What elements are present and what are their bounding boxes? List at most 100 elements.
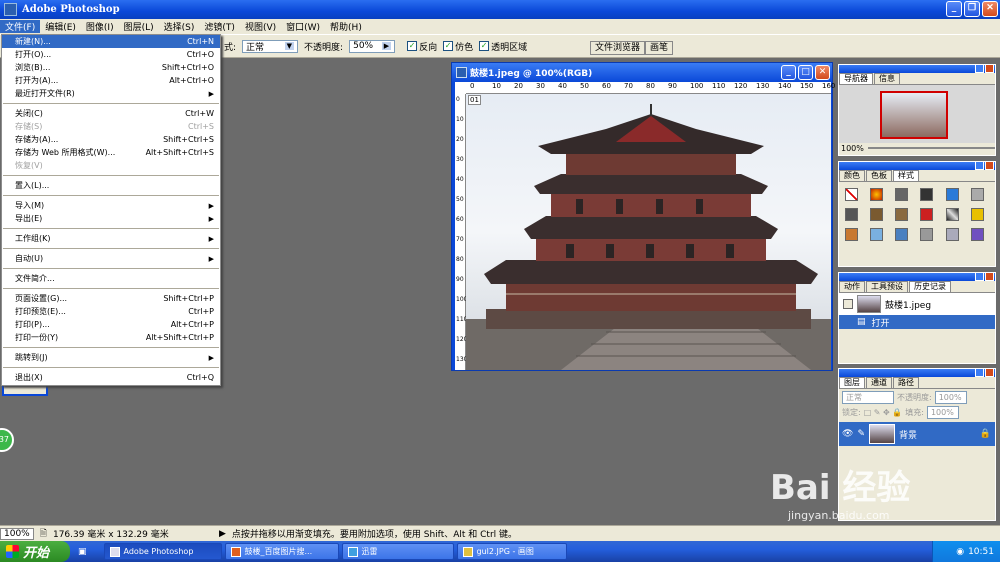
menu-filter[interactable]: 滤镜(T) (199, 20, 240, 33)
file-menu-item[interactable]: 导出(E) ▶ (2, 212, 220, 225)
file-menu-item[interactable]: 新建(N)... Ctrl+N (2, 35, 220, 48)
taskbar-xunlei[interactable]: 迅雷 (341, 543, 454, 560)
tab-navigator[interactable]: 导航器 (839, 73, 873, 84)
style-swatch[interactable] (870, 228, 884, 241)
tab-history[interactable]: 历史记录 (909, 281, 951, 292)
style-swatch[interactable] (895, 188, 909, 201)
style-swatch[interactable] (845, 188, 858, 201)
status-arrow-icon[interactable]: ▶ (219, 529, 226, 539)
style-swatch[interactable] (970, 188, 984, 201)
style-swatch[interactable] (920, 208, 934, 221)
history-state-row[interactable]: ▤ 打开 (839, 315, 995, 329)
layers-panel-bar[interactable] (839, 368, 995, 377)
doc-minimize-button[interactable]: _ (781, 65, 796, 80)
tab-swatches[interactable]: 色板 (866, 170, 892, 181)
menu-file[interactable]: 文件(F) (0, 20, 41, 33)
panel-minimize-icon[interactable] (975, 368, 984, 377)
tab-paths[interactable]: 路径 (893, 377, 919, 388)
file-menu-item[interactable]: 恢复(V) (2, 159, 220, 172)
brush-link-icon[interactable]: ✎ (857, 429, 865, 439)
blend-mode-select[interactable]: 正常 (842, 390, 894, 404)
file-menu-item[interactable]: 导入(M) ▶ (2, 199, 220, 212)
file-menu-item[interactable]: 自动(U) ▶ (2, 252, 220, 265)
navigator-panel-bar[interactable] (839, 64, 995, 73)
panel-minimize-icon[interactable] (975, 64, 984, 73)
reverse-checkbox[interactable]: ✓ 反向 (407, 40, 437, 53)
document-canvas[interactable]: 01 (466, 94, 831, 370)
file-menu-item[interactable]: 浏览(B)... Shift+Ctrl+O (2, 61, 220, 74)
lock-icons[interactable]: □ ✎ ✥ 🔒 (864, 408, 903, 417)
status-zoom[interactable]: 100% (0, 527, 34, 540)
tab-tool-presets[interactable]: 工具预设 (866, 281, 908, 292)
tab-layers[interactable]: 图层 (839, 377, 865, 388)
floating-badge[interactable]: 37 (0, 428, 14, 452)
file-menu-item[interactable]: 退出(X) Ctrl+Q (2, 371, 220, 384)
navigator-viewbox[interactable] (880, 91, 948, 139)
layer-row-background[interactable]: 👁 ✎ 背景 🔒 (839, 422, 995, 446)
menu-view[interactable]: 视图(V) (240, 20, 281, 33)
history-panel-bar[interactable] (839, 272, 995, 281)
file-menu-item[interactable]: 关闭(C) Ctrl+W (2, 107, 220, 120)
tab-channels[interactable]: 通道 (866, 377, 892, 388)
panel-minimize-icon[interactable] (975, 161, 984, 170)
taskbar-photoshop[interactable]: Adobe Photoshop (103, 543, 222, 560)
tab-actions[interactable]: 动作 (839, 281, 865, 292)
menu-window[interactable]: 窗口(W) (281, 20, 325, 33)
panel-close-icon[interactable] (985, 64, 994, 73)
file-menu-item[interactable]: 打印(P)... Alt+Ctrl+P (2, 318, 220, 331)
menu-select[interactable]: 选择(S) (159, 20, 200, 33)
fill-field[interactable]: 100% (926, 405, 959, 419)
panel-close-icon[interactable] (985, 368, 994, 377)
style-swatch[interactable] (970, 228, 984, 241)
layer-opacity-field[interactable]: 100% (934, 390, 967, 404)
style-swatch[interactable] (920, 228, 934, 241)
style-swatch[interactable] (845, 208, 858, 221)
eye-icon[interactable]: 👁 (842, 429, 853, 439)
file-menu-item[interactable]: 工作组(K) ▶ (2, 232, 220, 245)
start-button[interactable]: 开始 (0, 541, 70, 562)
tab-brushes[interactable]: 画笔 (645, 41, 674, 55)
menu-layer[interactable]: 图层(L) (119, 20, 159, 33)
styles-panel-bar[interactable] (839, 161, 995, 170)
file-menu-item[interactable]: 页面设置(G)... Shift+Ctrl+P (2, 292, 220, 305)
style-swatch[interactable] (920, 188, 934, 201)
file-menu-item[interactable]: 打印预览(E)... Ctrl+P (2, 305, 220, 318)
restore-button[interactable]: ❐ (964, 1, 980, 17)
taskbar-browser[interactable]: 鼓楼_百度图片搜... (224, 543, 339, 560)
file-menu-item[interactable]: 文件简介... (2, 272, 220, 285)
document-title-bar[interactable]: 鼓楼1.jpeg @ 100%(RGB) _ □ ✕ (452, 63, 832, 82)
style-swatch[interactable] (945, 188, 959, 201)
panel-close-icon[interactable] (985, 272, 994, 281)
file-menu-item[interactable]: 存储为(A)... Shift+Ctrl+S (2, 133, 220, 146)
ruler-corner[interactable] (455, 82, 466, 94)
tray-icon[interactable]: ◉ (956, 547, 964, 557)
tab-styles[interactable]: 样式 (893, 170, 919, 181)
doc-close-button[interactable]: ✕ (815, 65, 830, 80)
history-snapshot-row[interactable]: 鼓楼1.jpeg (839, 293, 995, 315)
style-swatch[interactable] (945, 208, 959, 221)
style-swatch[interactable] (895, 208, 909, 221)
transparency-checkbox[interactable]: ✓ 透明区域 (479, 40, 527, 53)
quicklaunch-icon[interactable]: ▣ (78, 547, 87, 557)
menu-image[interactable]: 图像(I) (81, 20, 119, 33)
doc-maximize-button[interactable]: □ (798, 65, 813, 80)
style-swatch[interactable] (845, 228, 858, 241)
file-menu-item[interactable]: 跳转到(J) ▶ (2, 351, 220, 364)
opacity-field[interactable]: 50% ▶ (349, 39, 396, 53)
taskbar-paint[interactable]: gul2.JPG - 画图 (456, 543, 567, 560)
navigator-zoom-value[interactable]: 100% (841, 144, 864, 153)
file-menu-item[interactable]: 存储为 Web 所用格式(W)... Alt+Shift+Ctrl+S (2, 146, 220, 159)
dither-checkbox[interactable]: ✓ 仿色 (443, 40, 473, 53)
file-menu-item[interactable]: 打开(O)... Ctrl+O (2, 48, 220, 61)
file-menu-item[interactable]: 置入(L)... (2, 179, 220, 192)
minimize-button[interactable]: _ (946, 1, 962, 17)
mode-select[interactable]: 正常 ▼ (242, 39, 299, 53)
style-swatch[interactable] (970, 208, 984, 221)
zoom-slider[interactable] (867, 147, 995, 149)
panel-close-icon[interactable] (985, 161, 994, 170)
style-swatch[interactable] (870, 188, 884, 201)
style-swatch[interactable] (870, 208, 884, 221)
history-brush-icon[interactable] (843, 299, 853, 309)
file-menu-item[interactable]: 打开为(A)... Alt+Ctrl+O (2, 74, 220, 87)
tab-file-browser[interactable]: 文件浏览器 (590, 41, 646, 55)
